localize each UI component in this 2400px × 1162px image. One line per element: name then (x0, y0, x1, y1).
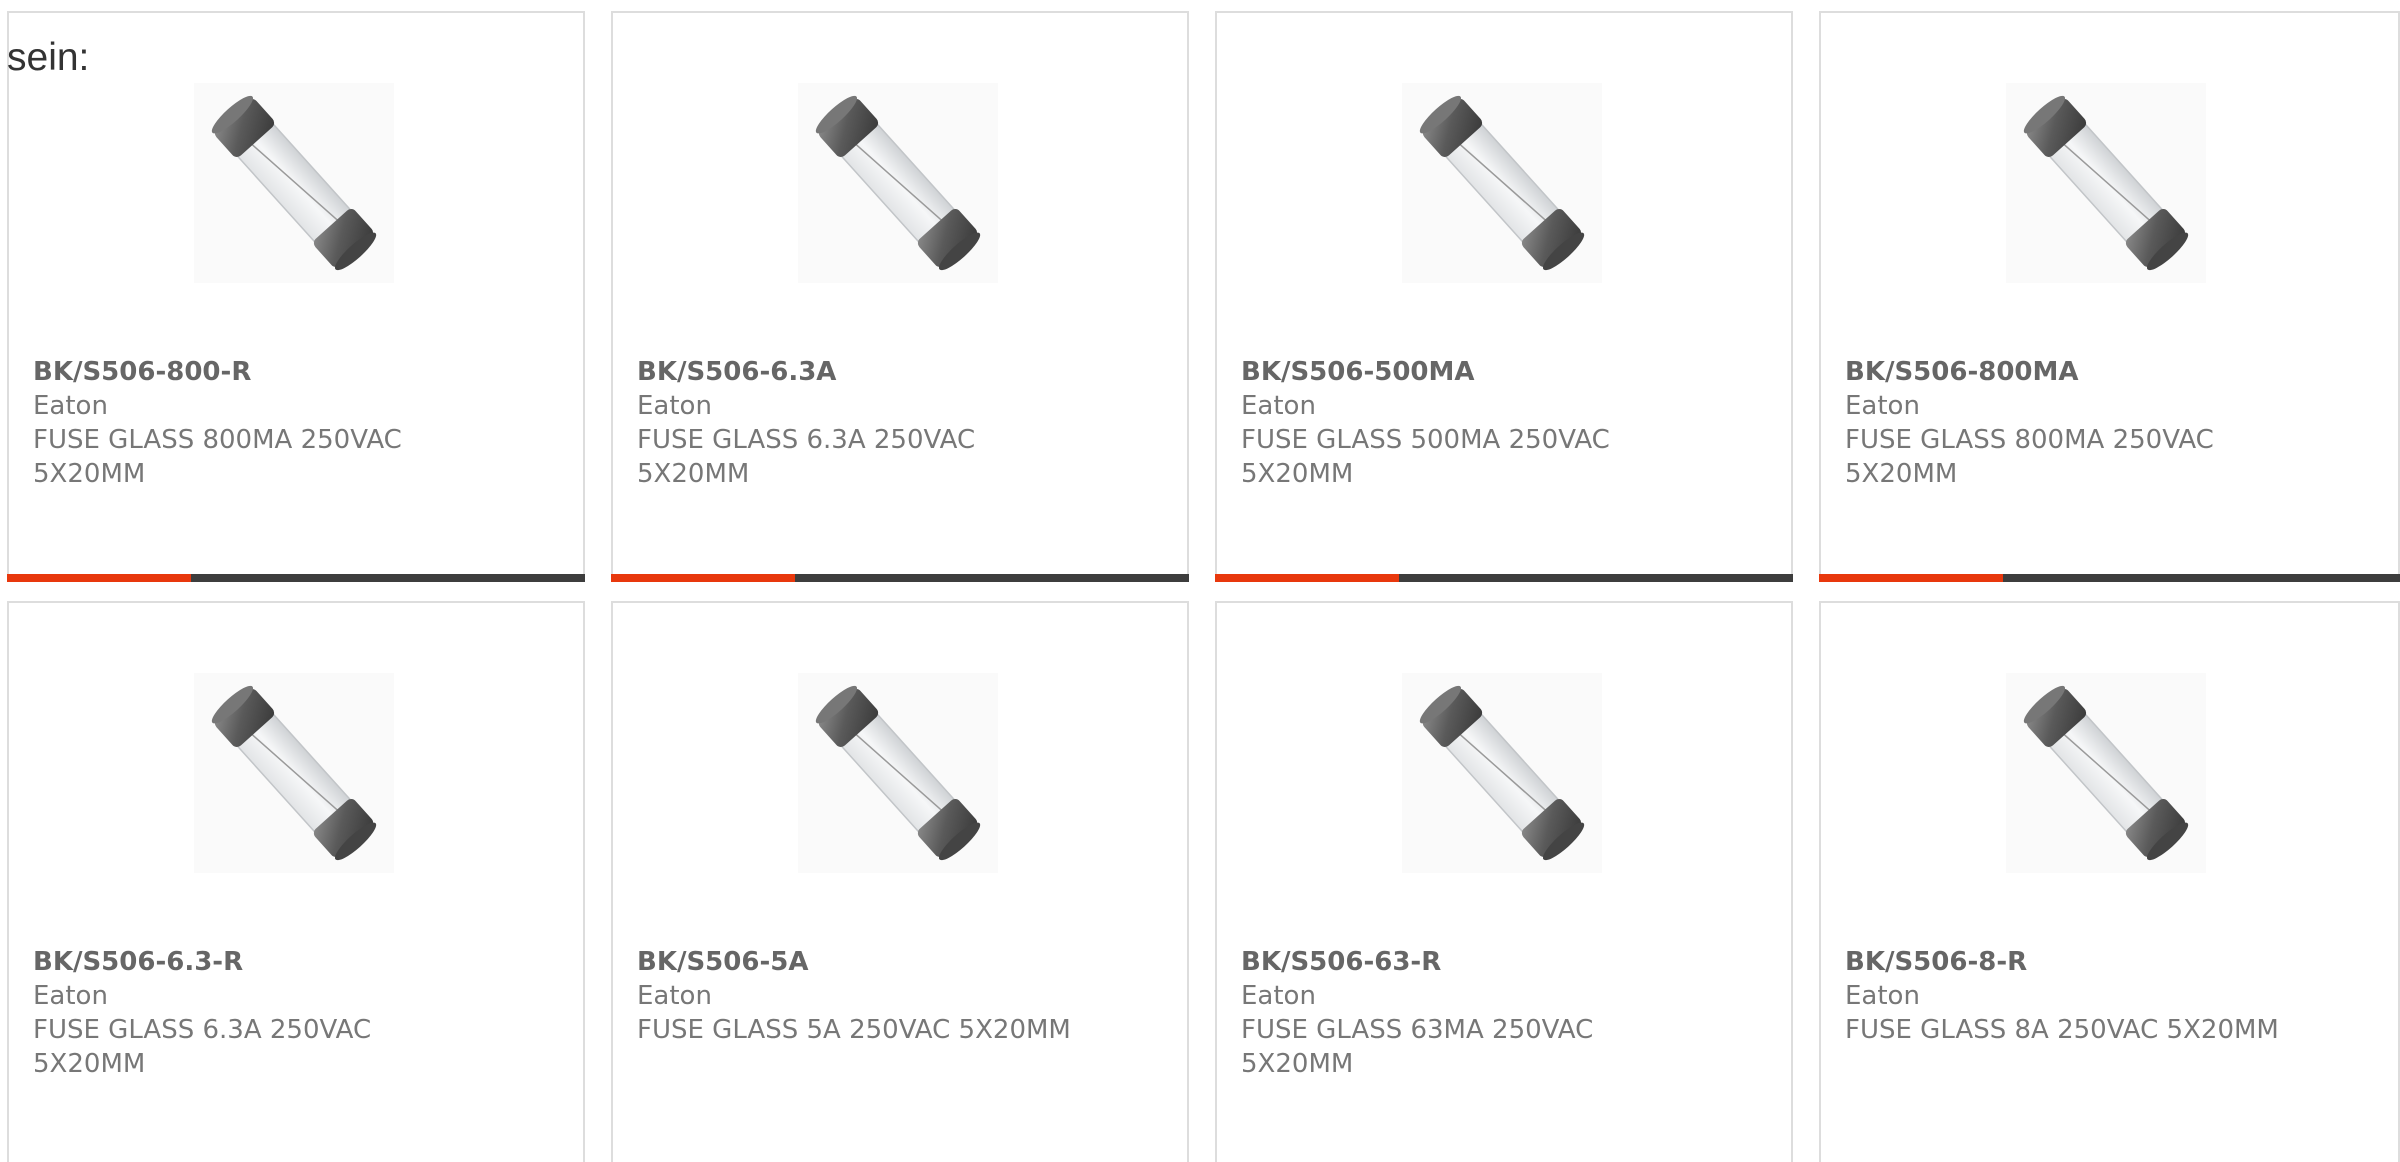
manufacturer: Eaton (1845, 981, 1920, 1011)
manufacturer: Eaton (1241, 391, 1316, 421)
part-number[interactable]: BK/S506-500MA (1241, 355, 1761, 389)
manufacturer: Eaton (33, 981, 108, 1011)
manufacturer: Eaton (637, 391, 712, 421)
glass-fuse-image (1402, 673, 1602, 873)
product-card[interactable]: BK/S506-8-R Eaton FUSE GLASS 8A 250VAC 5… (1819, 601, 2400, 1162)
manufacturer: Eaton (1241, 981, 1316, 1011)
description: FUSE GLASS 6.3A 250VAC 5X20MM (33, 1015, 372, 1079)
description: FUSE GLASS 800MA 250VAC 5X20MM (1845, 425, 2214, 489)
product-card[interactable]: BK/S506-500MA Eaton FUSE GLASS 500MA 250… (1215, 11, 1793, 582)
product-card[interactable]: BK/S506-6.3A Eaton FUSE GLASS 6.3A 250VA… (611, 11, 1189, 582)
description: FUSE GLASS 500MA 250VAC 5X20MM (1241, 425, 1610, 489)
glass-fuse-image (2006, 673, 2206, 873)
description: FUSE GLASS 6.3A 250VAC 5X20MM (637, 425, 976, 489)
description: FUSE GLASS 63MA 250VAC 5X20MM (1241, 1015, 1594, 1079)
glass-fuse-image (1402, 83, 1602, 283)
part-number[interactable]: BK/S506-8-R (1845, 945, 2365, 979)
glass-fuse-image (194, 83, 394, 283)
product-card[interactable]: BK/S506-6.3-R Eaton FUSE GLASS 6.3A 250V… (7, 601, 585, 1162)
description: FUSE GLASS 8A 250VAC 5X20MM (1845, 1015, 2279, 1045)
description: FUSE GLASS 800MA 250VAC 5X20MM (33, 425, 402, 489)
product-card[interactable]: BK/S506-5A Eaton FUSE GLASS 5A 250VAC 5X… (611, 601, 1189, 1162)
part-number[interactable]: BK/S506-6.3A (637, 355, 1157, 389)
product-card[interactable]: BK/S506-800MA Eaton FUSE GLASS 800MA 250… (1819, 11, 2400, 582)
manufacturer: Eaton (1845, 391, 1920, 421)
manufacturer: Eaton (33, 391, 108, 421)
glass-fuse-image (798, 83, 998, 283)
description: FUSE GLASS 5A 250VAC 5X20MM (637, 1015, 1071, 1045)
card-accent-bar (7, 574, 585, 582)
part-number[interactable]: BK/S506-5A (637, 945, 1157, 979)
part-number[interactable]: BK/S506-63-R (1241, 945, 1761, 979)
product-card[interactable]: BK/S506-800-R Eaton FUSE GLASS 800MA 250… (7, 11, 585, 582)
glass-fuse-image (2006, 83, 2206, 283)
card-accent-bar (611, 574, 1189, 582)
manufacturer: Eaton (637, 981, 712, 1011)
part-number[interactable]: BK/S506-800MA (1845, 355, 2365, 389)
glass-fuse-image (194, 673, 394, 873)
card-accent-bar (1819, 574, 2400, 582)
card-accent-bar (1215, 574, 1793, 582)
product-card[interactable]: BK/S506-63-R Eaton FUSE GLASS 63MA 250VA… (1215, 601, 1793, 1162)
part-number[interactable]: BK/S506-800-R (33, 355, 553, 389)
part-number[interactable]: BK/S506-6.3-R (33, 945, 553, 979)
intro-text: sein: (7, 36, 90, 79)
glass-fuse-image (798, 673, 998, 873)
